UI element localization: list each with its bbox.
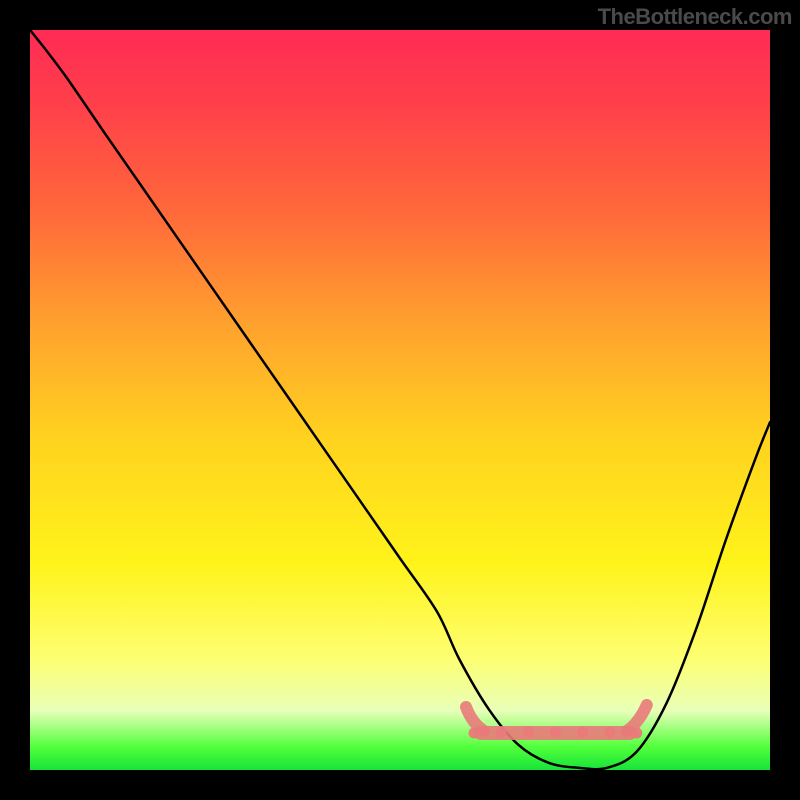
chart-frame: TheBottleneck.com (0, 0, 800, 800)
flat-region-marker (466, 705, 647, 740)
watermark-text: TheBottleneck.com (598, 4, 792, 30)
curve-line (30, 30, 770, 769)
chart-svg-overlay (30, 30, 770, 770)
